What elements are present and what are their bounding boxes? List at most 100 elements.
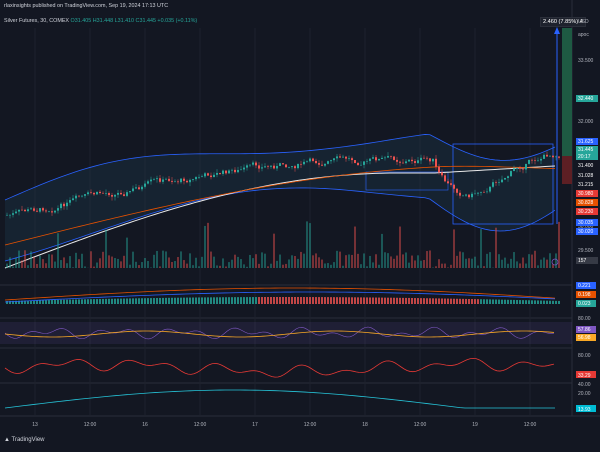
candle-body — [282, 163, 284, 165]
volume-bar — [138, 265, 140, 268]
osc-histogram-bar — [381, 297, 383, 304]
pane5-line — [4, 389, 555, 409]
osc-histogram-bar — [342, 297, 344, 304]
volume-bar — [42, 259, 44, 268]
candle-body — [168, 178, 170, 181]
candle-body — [483, 191, 485, 193]
candle-body — [252, 162, 254, 165]
volume-bar — [489, 252, 491, 268]
candle-body — [270, 165, 272, 167]
osc-histogram-bar — [498, 299, 500, 304]
volume-bar — [183, 260, 185, 268]
osc-histogram-bar — [477, 299, 479, 304]
candle-body — [159, 178, 161, 182]
volume-bar — [393, 258, 395, 268]
candle-body — [486, 191, 488, 193]
osc-histogram-bar — [396, 297, 398, 304]
volume-bar — [501, 259, 503, 268]
candle-body — [336, 156, 338, 159]
volume-bar — [480, 229, 482, 268]
osc-histogram-bar — [138, 298, 140, 304]
osc-histogram-bar — [87, 299, 89, 304]
candle-body — [249, 164, 251, 166]
osc-histogram-bar — [312, 297, 314, 304]
volume-bar — [345, 255, 347, 268]
osc-histogram-bar — [510, 299, 512, 304]
volume-bar — [198, 266, 200, 268]
candle-body — [165, 178, 167, 180]
volume-bar — [225, 266, 227, 268]
candle-body — [63, 203, 65, 207]
candle-body — [153, 179, 155, 180]
volume-bar — [165, 251, 167, 268]
osc-histogram-bar — [198, 297, 200, 304]
candle-body — [12, 213, 14, 215]
candle-body — [87, 192, 89, 195]
tradingview-logo[interactable]: ▲ TradingView — [4, 437, 45, 443]
candle-body — [264, 166, 266, 168]
osc-histogram-bar — [306, 297, 308, 304]
volume-bar — [213, 256, 215, 268]
osc-histogram-bar — [474, 299, 476, 304]
candle-body — [438, 166, 440, 173]
volume-bar — [84, 266, 86, 268]
candle-body — [216, 172, 218, 175]
osc-histogram-bar — [189, 297, 191, 304]
volume-bar — [69, 256, 71, 268]
volume-bar — [27, 265, 29, 268]
candle-body — [447, 181, 449, 184]
pane4-axis-label: 80.00 — [578, 353, 591, 359]
osc-histogram-bar — [264, 297, 266, 304]
measure-target-zone — [562, 28, 572, 158]
volume-bar — [534, 250, 536, 268]
pane4-axis-label: 40.00 — [578, 382, 591, 388]
osc-histogram-bar — [414, 298, 416, 304]
candle-body — [57, 208, 59, 211]
candle-body — [345, 156, 347, 159]
osc-histogram-bar — [177, 297, 179, 304]
volume-bar — [378, 264, 380, 268]
chart-canvas[interactable]: 33.50032.00031.50030.50030.00029.50032.4… — [0, 0, 600, 452]
volume-bar — [102, 251, 104, 268]
osc-histogram-bar — [96, 299, 98, 304]
candle-body — [204, 173, 206, 177]
candle-body — [258, 165, 260, 169]
osc-histogram-bar — [285, 297, 287, 304]
volume-bar — [387, 253, 389, 268]
candle-body — [396, 159, 398, 162]
volume-bar — [498, 254, 500, 268]
volume-bar — [270, 263, 272, 268]
osc-histogram-bar — [126, 298, 128, 304]
candle-body — [126, 192, 128, 196]
candle-body — [237, 169, 239, 173]
volume-bar — [30, 251, 32, 268]
volume-bar — [150, 267, 152, 268]
osc-histogram-bar — [219, 297, 221, 304]
candle-body — [315, 160, 317, 164]
osc-histogram-bar — [480, 299, 482, 304]
osc-histogram-bar — [123, 298, 125, 304]
candle-body — [435, 158, 437, 167]
price-tag-label: 31.625 — [578, 139, 594, 145]
osc-histogram-bar — [84, 299, 86, 304]
candle-body — [294, 166, 296, 169]
volume-bar — [513, 252, 515, 268]
osc-histogram-bar — [90, 299, 92, 304]
candle-body — [351, 158, 353, 161]
osc-histogram-bar — [375, 297, 377, 304]
volume-bar — [6, 263, 8, 268]
price-tag-label: 31.445 — [578, 147, 594, 153]
volume-bar — [60, 260, 62, 268]
candle-body — [507, 176, 509, 178]
osc-histogram-bar — [273, 297, 275, 304]
currency-label[interactable]: USD — [578, 19, 589, 25]
candle-body — [411, 159, 413, 162]
candle-body — [381, 157, 383, 160]
published-line: rlaxinsights published on TradingView.co… — [4, 3, 169, 9]
volume-bar — [162, 250, 164, 268]
osc-histogram-bar — [507, 299, 509, 304]
candle-body — [114, 194, 116, 197]
candle-body — [333, 158, 335, 161]
osc-histogram-bar — [240, 297, 242, 304]
candle-body — [501, 179, 503, 183]
